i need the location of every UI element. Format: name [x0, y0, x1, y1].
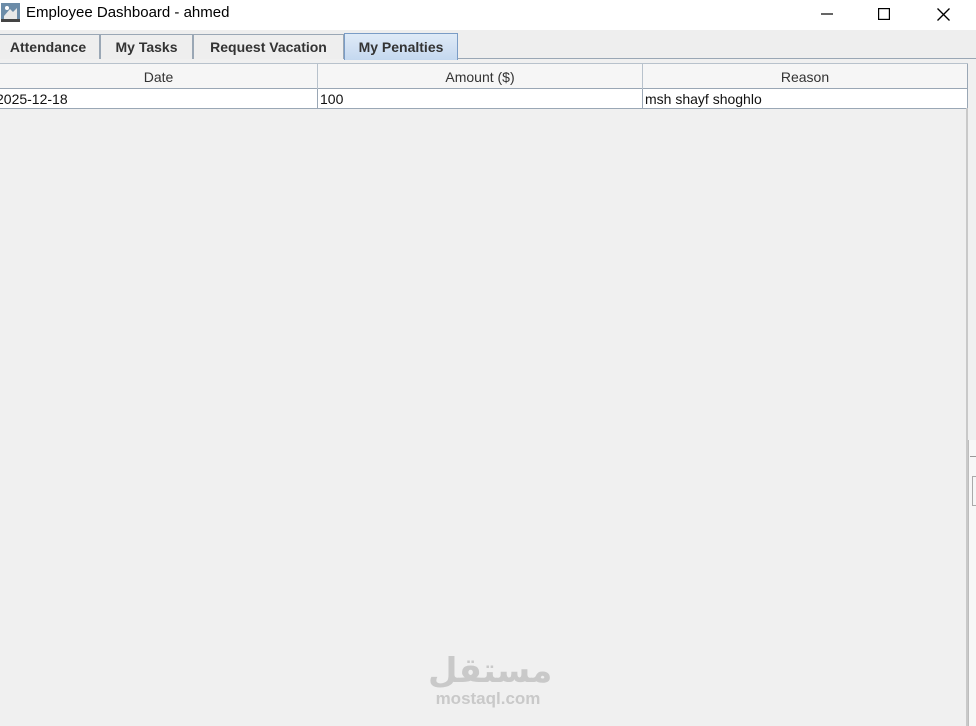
background-window-sliver: [968, 440, 976, 726]
column-header-label: Amount ($): [445, 68, 515, 85]
cell-date[interactable]: 2025-12-18: [0, 89, 318, 108]
column-header-label: Date: [143, 68, 174, 85]
penalties-table: Date Amount ($) Reason 2025-12-18 100 ms…: [0, 63, 968, 109]
cell-text: 2025-12-18: [0, 90, 68, 107]
watermark: مستقل mostaql.com: [428, 651, 553, 712]
maximize-icon: [878, 8, 890, 20]
close-icon: [936, 7, 950, 21]
watermark-url: mostaql.com: [435, 689, 541, 708]
column-header-date[interactable]: Date: [0, 64, 318, 89]
cell-amount[interactable]: 100: [318, 89, 643, 108]
column-header-label: Reason: [780, 68, 830, 85]
maximize-button[interactable]: [861, 0, 907, 28]
tab-my-penalties[interactable]: My Penalties: [344, 33, 458, 60]
cell-text: 100: [320, 90, 344, 107]
tab-request-vacation[interactable]: Request Vacation: [193, 34, 344, 59]
tab-label: Attendance: [9, 39, 87, 55]
tab-label: My Penalties: [358, 39, 444, 55]
sliver-fragment: [970, 456, 976, 472]
title-bar: Employee Dashboard - ahmed: [0, 0, 976, 30]
tab-label: My Tasks: [115, 39, 178, 55]
table-header: Date Amount ($) Reason: [0, 63, 968, 89]
minimize-icon: [821, 13, 833, 15]
cell-text: msh shayf shoghlo: [645, 90, 762, 107]
tab-label: Request Vacation: [210, 39, 327, 55]
watermark-logo: مستقل: [428, 651, 553, 691]
column-header-amount[interactable]: Amount ($): [318, 64, 643, 89]
cell-reason[interactable]: msh shayf shoghlo: [643, 89, 968, 108]
minimize-button[interactable]: [804, 0, 850, 28]
coffee-cup-icon[interactable]: [0, 2, 21, 23]
close-button[interactable]: [920, 0, 966, 28]
column-header-reason[interactable]: Reason: [643, 64, 968, 89]
tab-strip: Attendance My Tasks Request Vacation My …: [0, 30, 976, 60]
tab-my-tasks[interactable]: My Tasks: [100, 34, 193, 59]
window-title: Employee Dashboard - ahmed: [26, 4, 230, 21]
tab-attendance[interactable]: Attendance: [0, 34, 100, 59]
table-row[interactable]: 2025-12-18 100 msh shayf shoghlo: [0, 89, 968, 109]
sliver-fragment: [972, 476, 976, 506]
